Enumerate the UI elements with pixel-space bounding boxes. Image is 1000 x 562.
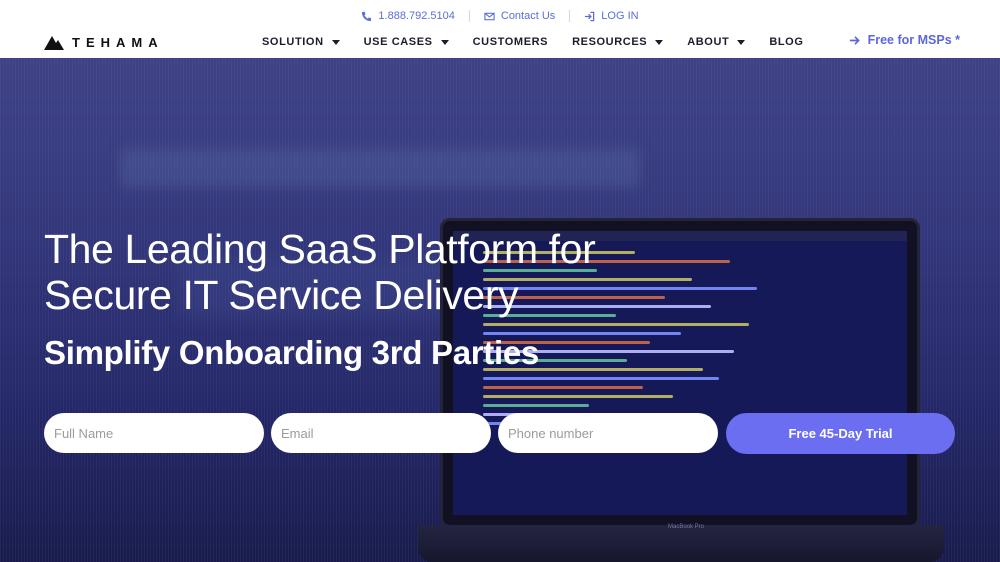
nav-label: ABOUT: [687, 36, 730, 48]
nav-item-solution[interactable]: SOLUTION: [262, 36, 340, 48]
login-icon: [585, 11, 595, 21]
nav-item-about[interactable]: ABOUT: [687, 36, 746, 48]
nav-item-customers[interactable]: CUSTOMERS: [473, 36, 548, 48]
msp-label: Free for MSPs *: [867, 33, 960, 47]
contact-label: Contact Us: [500, 10, 556, 22]
divider: [569, 10, 571, 22]
phone-link[interactable]: 1.888.792.5104: [361, 10, 455, 22]
site-header: 1.888.792.5104 Contact Us LOG IN TEHAMA …: [0, 0, 1000, 58]
contact-link[interactable]: Contact Us: [484, 10, 555, 22]
envelope-icon: [484, 12, 495, 20]
nav-item-blog[interactable]: BLOG: [769, 36, 803, 48]
phone-number: 1.888.792.5104: [378, 10, 455, 22]
nav-item-use-cases[interactable]: USE CASES: [364, 36, 449, 48]
hero-section: MacBook Pro The Leading SaaS Platform fo…: [0, 58, 1000, 562]
logo-text: TEHAMA: [72, 34, 164, 50]
divider: [468, 10, 470, 22]
full-name-input[interactable]: [44, 413, 264, 453]
nav-label: SOLUTION: [262, 36, 324, 48]
nav-item-resources[interactable]: RESOURCES: [572, 36, 664, 48]
chevron-down-icon: [655, 39, 664, 45]
main-nav: SOLUTION USE CASES CUSTOMERS RESOURCES A…: [262, 34, 828, 50]
phone-icon: [362, 11, 372, 21]
login-label: LOG IN: [601, 10, 639, 22]
trial-signup-form: Free 45-Day Trial: [44, 413, 955, 454]
mountain-logo-icon: [44, 36, 64, 50]
login-link[interactable]: LOG IN: [584, 10, 639, 22]
utility-bar: 1.888.792.5104 Contact Us LOG IN: [0, 8, 1000, 24]
nav-label: USE CASES: [363, 36, 433, 48]
chevron-down-icon: [737, 39, 746, 45]
site-logo[interactable]: TEHAMA: [44, 34, 164, 50]
chevron-down-icon: [331, 39, 340, 45]
free-trial-button[interactable]: Free 45-Day Trial: [726, 413, 955, 454]
email-input[interactable]: [271, 413, 491, 453]
nav-label: CUSTOMERS: [472, 36, 549, 48]
free-for-msps-link[interactable]: Free for MSPs *: [849, 33, 960, 47]
arrow-right-icon: [849, 35, 860, 45]
nav-label: BLOG: [769, 36, 804, 48]
hero-subheadline: Simplify Onboarding 3rd Parties: [44, 334, 539, 371]
chevron-down-icon: [440, 39, 449, 45]
nav-label: RESOURCES: [572, 36, 648, 48]
hero-headline: The Leading SaaS Platform for Secure IT …: [44, 226, 596, 318]
phone-input[interactable]: [498, 413, 718, 453]
